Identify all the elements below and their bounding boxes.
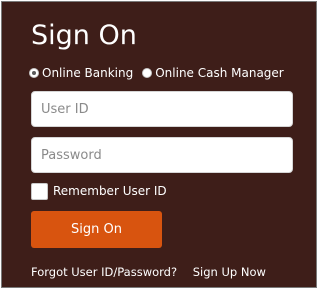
password-input[interactable] [31, 137, 293, 173]
radio-selected-icon[interactable] [29, 68, 39, 78]
remember-label: Remember User ID [53, 184, 167, 198]
forgot-credentials-link[interactable]: Forgot User ID/Password? [31, 265, 177, 279]
remember-user-id[interactable]: Remember User ID [31, 183, 167, 200]
footer-links: Forgot User ID/Password? Sign Up Now [31, 264, 266, 280]
sign-on-button[interactable]: Sign On [31, 211, 162, 248]
radio-unselected-icon[interactable] [142, 68, 153, 78]
radio-online-cash-manager-label: Online Cash Manager [155, 66, 284, 80]
remember-checkbox[interactable] [31, 183, 48, 200]
sign-on-panel: Sign On Online Banking Online Cash Manag… [1, 1, 317, 288]
radio-online-cash-manager[interactable]: Online Cash Manager [142, 65, 284, 81]
account-type-radio-group: Online Banking Online Cash Manager [29, 65, 284, 81]
page-title: Sign On [31, 20, 137, 51]
radio-online-banking-label: Online Banking [42, 66, 134, 80]
user-id-input[interactable] [31, 91, 293, 127]
sign-up-link[interactable]: Sign Up Now [193, 265, 266, 279]
radio-online-banking[interactable]: Online Banking [29, 65, 133, 81]
